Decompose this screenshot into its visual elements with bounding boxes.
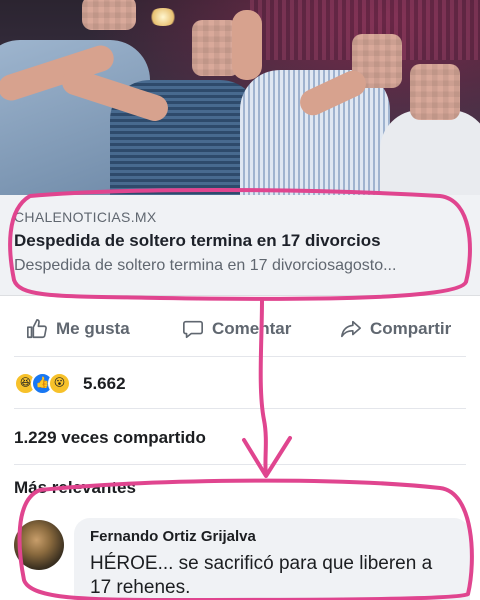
comment-item: Fernando Ortiz Grijalva HÉROE... se sacr… [14,518,470,600]
link-headline[interactable]: Despedida de soltero termina en 17 divor… [14,231,381,251]
share-arrow-icon [341,320,361,338]
link-description: Despedida de soltero termina en 17 divor… [14,257,397,274]
divider [14,356,466,357]
comment-button[interactable]: Comentar [182,318,291,340]
comment-filter[interactable]: Más relevantes [14,478,136,498]
share-button[interactable]: Compartir [340,318,451,340]
wow-icon: 😮 [48,372,71,395]
comment-author[interactable]: Fernando Ortiz Grijalva [90,528,256,545]
divider [14,464,466,465]
comment-text: HÉROE... se sacrificó para que liberen a… [90,553,433,598]
like-label: Me gusta [56,319,130,338]
reaction-icons: 😆 👍 😮 [14,372,71,395]
comment-label: Comentar [212,319,292,338]
share-count[interactable]: 1.229 veces compartido [14,428,206,448]
post-photo[interactable] [0,0,480,195]
divider [14,408,466,409]
link-preview[interactable]: CHALENOTICIAS.MX Despedida de soltero te… [0,195,480,296]
post-actions: Me gusta Comentar Compartir [0,312,480,352]
reaction-count: 5.662 [83,373,126,393]
comment-bubble: Fernando Ortiz Grijalva HÉROE... se sacr… [74,518,470,600]
speech-bubble-icon [183,320,203,339]
like-button[interactable]: Me gusta [26,318,130,340]
link-domain: CHALENOTICIAS.MX [14,209,157,225]
annotation-arrow-head [242,436,292,478]
thumbs-up-icon [27,319,47,339]
reactions-summary[interactable]: 😆 👍 😮 5.662 [14,372,126,395]
share-label: Compartir [370,319,452,338]
avatar[interactable] [14,520,64,570]
lamp [148,8,178,26]
